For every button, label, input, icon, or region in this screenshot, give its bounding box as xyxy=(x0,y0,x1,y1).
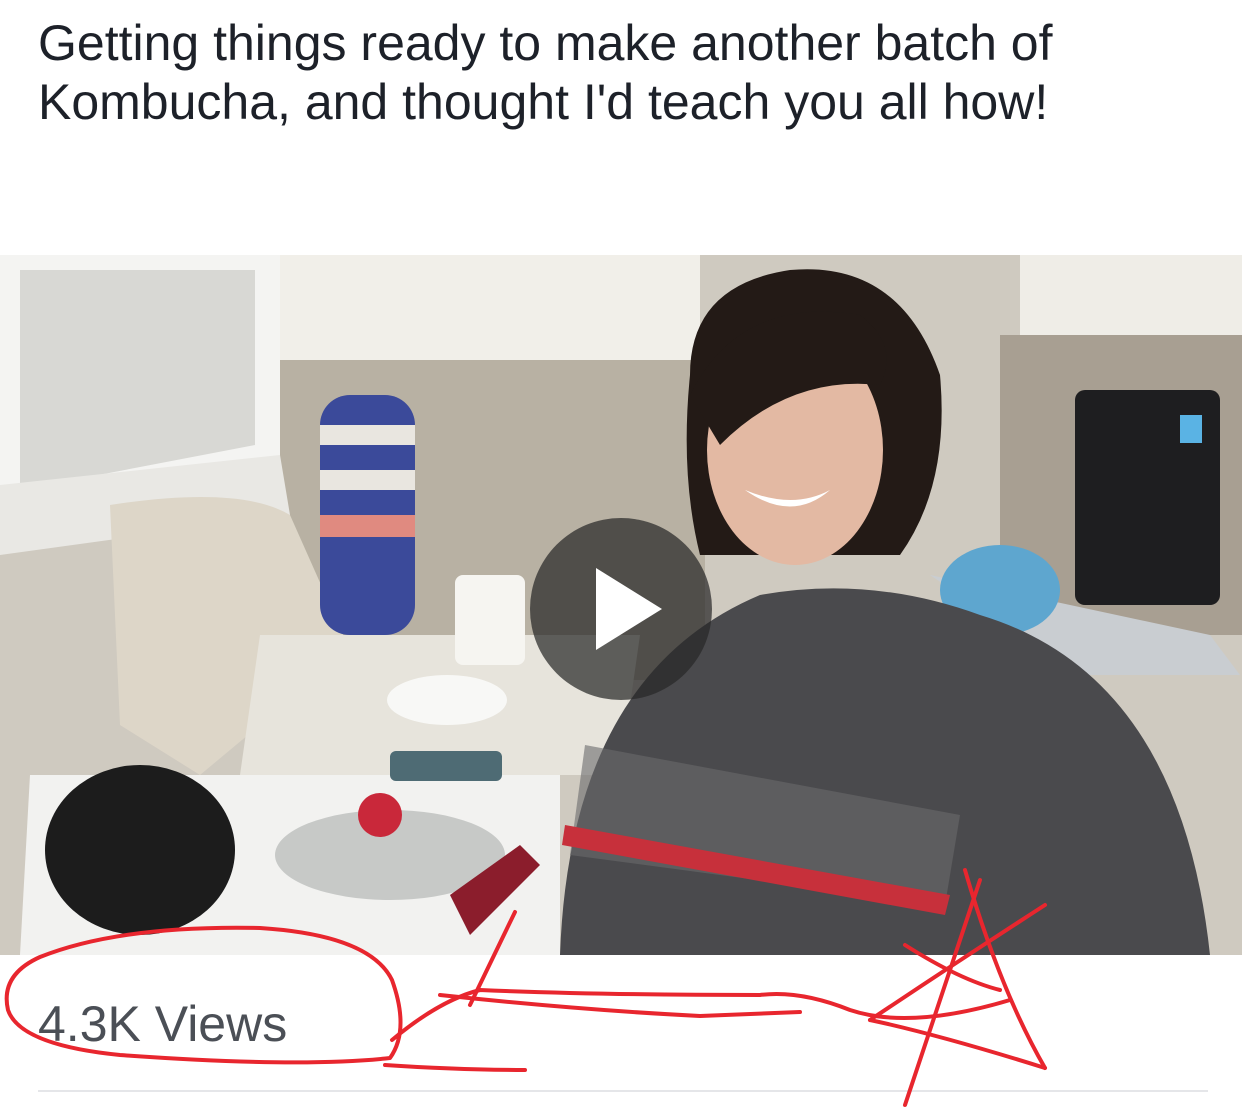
play-button[interactable] xyxy=(530,518,712,700)
video-player[interactable] xyxy=(0,255,1242,955)
view-count: 4.3K Views xyxy=(38,996,288,1052)
post-text: Getting things ready to make another bat… xyxy=(38,15,1053,130)
divider xyxy=(38,1090,1208,1092)
play-icon xyxy=(596,568,662,650)
